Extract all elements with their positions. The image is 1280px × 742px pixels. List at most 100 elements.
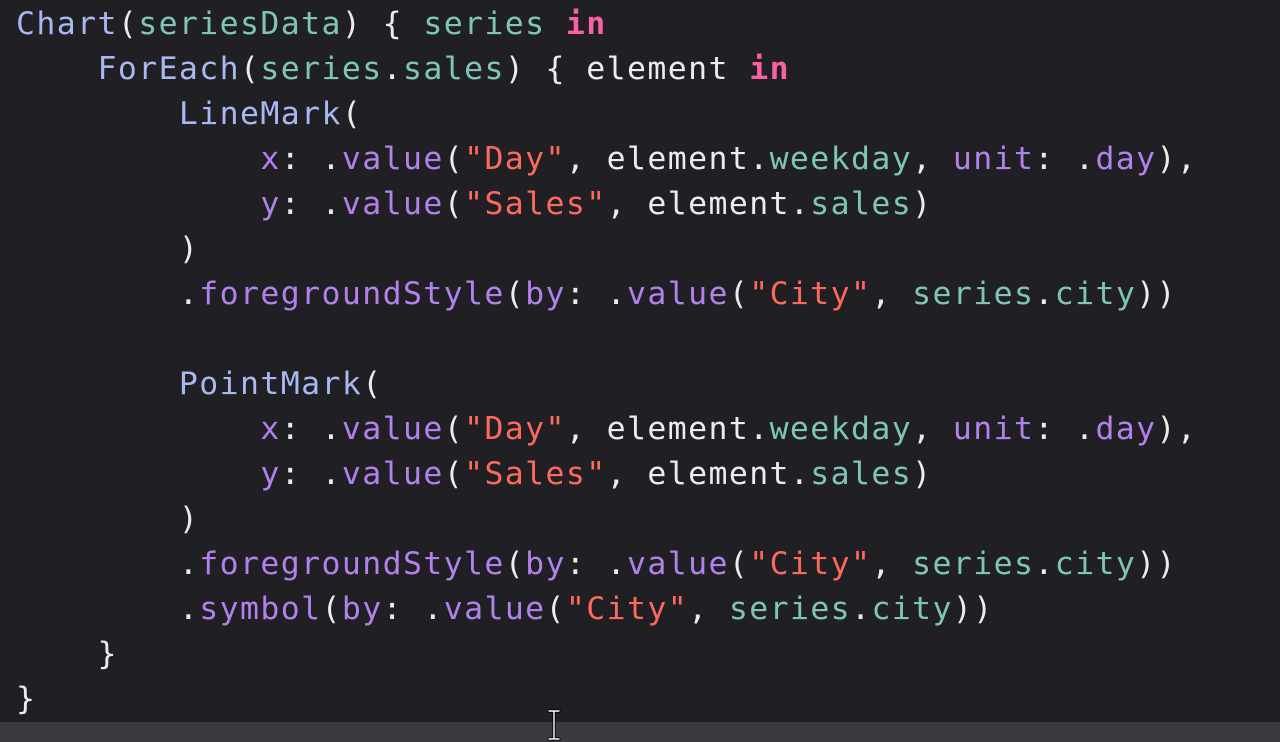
- code-token: (: [545, 591, 566, 627]
- code-token: )): [1136, 546, 1177, 582]
- code-token: "City": [565, 591, 689, 627]
- code-token: in: [565, 6, 607, 42]
- code-token: value: [341, 411, 444, 447]
- code-token: : .: [280, 411, 342, 447]
- code-token: (: [117, 6, 139, 42]
- code-token: ,: [871, 546, 913, 582]
- code-token: series: [912, 276, 1035, 312]
- code-token: symbol: [199, 591, 322, 627]
- code-token: value: [627, 546, 729, 582]
- code-token: foregroundStyle: [199, 276, 505, 312]
- code-token: , element.: [606, 186, 811, 222]
- code-token: }: [97, 636, 118, 672]
- code-token: unit: [952, 411, 1035, 447]
- code-line[interactable]: .symbol(by: .value("City", series.city)): [16, 587, 1197, 632]
- code-token: city: [871, 591, 953, 627]
- code-token: : .: [280, 186, 342, 222]
- code-token: sales: [402, 51, 505, 87]
- code-line[interactable]: LineMark(: [16, 92, 1197, 137]
- code-token: (: [728, 546, 750, 582]
- code-token: series: [423, 6, 546, 42]
- code-token: (: [443, 141, 465, 177]
- code-line[interactable]: .foregroundStyle(by: .value("City", seri…: [16, 272, 1197, 317]
- code-token: )): [1136, 276, 1177, 312]
- code-token: "Sales": [464, 456, 607, 492]
- code-line[interactable]: }: [16, 677, 1197, 722]
- code-token: "Day": [464, 141, 566, 177]
- code-line[interactable]: }: [16, 632, 1197, 677]
- code-token: (: [240, 51, 261, 87]
- code-token: in: [749, 51, 790, 87]
- code-line[interactable]: ): [16, 227, 1197, 272]
- code-token: )): [952, 591, 994, 627]
- code-token: ): [912, 186, 933, 222]
- code-token: : .: [382, 591, 444, 627]
- code-token: (: [504, 276, 526, 312]
- code-token: Chart: [16, 6, 118, 42]
- code-token: , element.: [565, 141, 770, 177]
- code-token: x: [260, 411, 281, 447]
- code-token: ),: [1156, 411, 1198, 447]
- code-token: (: [728, 276, 750, 312]
- code-token: .: [178, 546, 200, 582]
- code-token: (: [362, 366, 383, 402]
- code-line[interactable]: Chart(seriesData) { series in: [16, 2, 1197, 47]
- code-token: foregroundStyle: [199, 546, 505, 582]
- code-token: ,: [871, 276, 913, 312]
- code-line[interactable]: y: .value("Sales", element.sales): [16, 182, 1197, 227]
- code-token: seriesData: [138, 6, 342, 42]
- code-token: city: [1054, 276, 1137, 312]
- editor-status-bar: [0, 722, 1280, 742]
- code-token: "City": [749, 546, 872, 582]
- code-token: by: [525, 276, 566, 312]
- code-token: PointMark: [178, 366, 363, 402]
- code-token: value: [341, 141, 444, 177]
- code-token: : .: [565, 276, 627, 312]
- code-token: ,: [912, 141, 953, 177]
- code-token: ,: [912, 411, 953, 447]
- code-token: ) {: [341, 6, 424, 42]
- code-token: sales: [810, 456, 913, 492]
- code-line[interactable]: x: .value("Day", element.weekday, unit: …: [16, 407, 1197, 452]
- code-token: series: [260, 51, 383, 87]
- code-line[interactable]: ForEach(series.sales) { element in: [16, 47, 1197, 92]
- code-token: unit: [952, 141, 1035, 177]
- code-token: .: [178, 591, 200, 627]
- code-token: .: [382, 51, 403, 87]
- code-token: y: [260, 186, 281, 222]
- code-token: : .: [1034, 411, 1096, 447]
- code-token: ) { element: [504, 51, 750, 87]
- code-token: (: [443, 456, 465, 492]
- code-token: ): [912, 456, 933, 492]
- code-token: : .: [280, 141, 342, 177]
- code-token: by: [525, 546, 566, 582]
- code-token: .: [1034, 276, 1055, 312]
- code-line[interactable]: PointMark(: [16, 362, 1197, 407]
- code-token: , element.: [565, 411, 770, 447]
- code-token: weekday: [769, 141, 913, 177]
- code-token: value: [341, 186, 444, 222]
- code-line[interactable]: y: .value("Sales", element.sales): [16, 452, 1197, 497]
- code-token: : .: [280, 456, 342, 492]
- code-token: "Day": [464, 411, 566, 447]
- code-line[interactable]: [16, 317, 1197, 362]
- code-token: ,: [688, 591, 729, 627]
- code-line[interactable]: ): [16, 497, 1197, 542]
- i-beam-cursor-icon: [547, 709, 561, 741]
- code-token: value: [443, 591, 546, 627]
- code-token: ForEach: [97, 51, 241, 87]
- code-token: y: [260, 456, 281, 492]
- code-token: .: [178, 276, 200, 312]
- code-line[interactable]: .foregroundStyle(by: .value("City", seri…: [16, 542, 1197, 587]
- code-token: (: [504, 546, 526, 582]
- code-editor[interactable]: Chart(seriesData) { series in ForEach(se…: [0, 0, 1280, 722]
- code-token: day: [1095, 411, 1157, 447]
- code-token: "City": [749, 276, 872, 312]
- source-code[interactable]: Chart(seriesData) { series in ForEach(se…: [16, 2, 1197, 722]
- code-token: value: [627, 276, 729, 312]
- code-token: x: [260, 141, 281, 177]
- code-line[interactable]: x: .value("Day", element.weekday, unit: …: [16, 137, 1197, 182]
- code-token: city: [1054, 546, 1137, 582]
- code-token: .: [1034, 546, 1055, 582]
